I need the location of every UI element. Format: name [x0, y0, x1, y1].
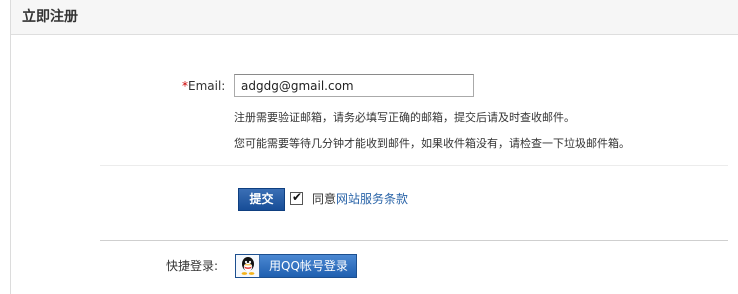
- page-title: 立即注册: [22, 9, 78, 25]
- email-input[interactable]: [234, 74, 474, 97]
- submit-button[interactable]: 提交: [238, 188, 285, 211]
- terms-link[interactable]: 网站服务条款: [336, 192, 408, 206]
- divider: [100, 165, 728, 166]
- qq-login-button[interactable]: 用QQ帐号登录: [235, 254, 357, 278]
- agree-terms-text: 同意网站服务条款: [312, 192, 408, 207]
- qq-icon: [236, 255, 260, 277]
- agree-prefix: 同意: [312, 192, 337, 206]
- email-label: *Email:: [182, 78, 225, 94]
- email-hint-1: 注册需要验证邮箱，请务必填写正确的邮箱，提交后请及时查收邮件。: [234, 111, 575, 124]
- checkmark-icon: ✔: [292, 190, 303, 204]
- email-label-text: Email:: [188, 79, 226, 93]
- quick-login-label: 快捷登录:: [166, 259, 219, 273]
- qq-login-label: 用QQ帐号登录: [269, 259, 348, 273]
- agree-terms-checkbox[interactable]: ✔: [290, 190, 303, 205]
- section-divider: [100, 240, 728, 241]
- panel-header: 立即注册: [11, 0, 738, 35]
- email-hint-2: 您可能需要等待几分钟才能收到邮件，如果收件箱没有，请检查一下垃圾邮件箱。: [234, 137, 630, 150]
